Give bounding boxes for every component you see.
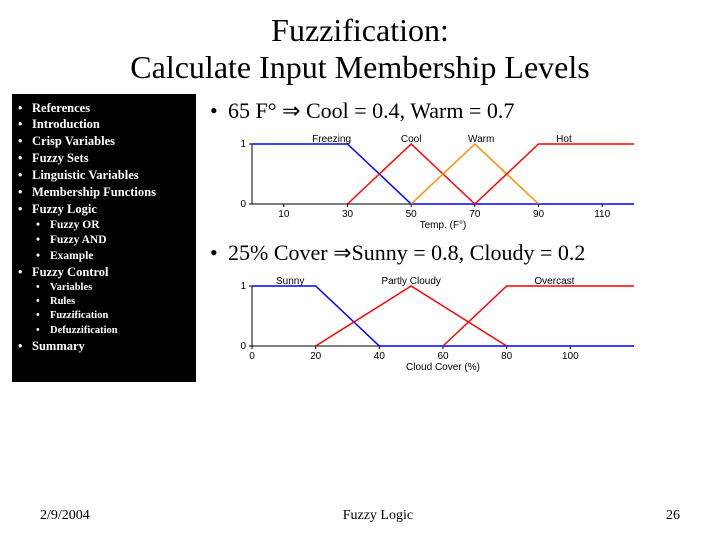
svg-text:0: 0 xyxy=(240,199,246,210)
svg-text:Hot: Hot xyxy=(556,134,572,145)
svg-text:100: 100 xyxy=(562,351,579,362)
footer-page: 26 xyxy=(666,508,680,524)
slide-footer: 2/9/2004 Fuzzy Logic 26 xyxy=(0,508,720,524)
svg-text:Sunny: Sunny xyxy=(276,276,304,287)
bullet-2: • 25% Cover ⇒Sunny = 0.8, Cloudy = 0.2 xyxy=(210,240,698,266)
svg-text:0: 0 xyxy=(240,341,246,352)
outline-subitem: •Fuzzy OR xyxy=(18,218,190,234)
svg-text:10: 10 xyxy=(278,209,290,220)
svg-text:Cool: Cool xyxy=(401,134,422,145)
svg-text:Partly Cloudy: Partly Cloudy xyxy=(381,276,440,287)
outline-item: •Introduction xyxy=(18,116,190,133)
svg-text:Overcast: Overcast xyxy=(534,276,574,287)
svg-text:110: 110 xyxy=(594,209,610,220)
slide-title: Fuzzification: Calculate Input Membershi… xyxy=(0,0,720,94)
implies-icon: ⇒ xyxy=(333,240,351,265)
outline-item: •Summary xyxy=(18,338,190,355)
svg-text:90: 90 xyxy=(533,209,545,220)
svg-text:Freezing: Freezing xyxy=(312,134,351,145)
bullet-icon: • xyxy=(210,240,228,266)
svg-text:40: 40 xyxy=(374,351,386,362)
bullet-2-pre: 25% Cover xyxy=(228,240,333,265)
outline-subitem: •Defuzzification xyxy=(18,324,190,338)
outline-item: •Fuzzy Sets xyxy=(18,150,190,167)
outline-subitem: •Fuzzification xyxy=(18,309,190,323)
svg-text:1: 1 xyxy=(240,139,246,150)
outline-item: •Membership Functions xyxy=(18,184,190,201)
svg-text:Temp. (F°): Temp. (F°) xyxy=(420,220,467,230)
bullet-2-post: Sunny = 0.8, Cloudy = 0.2 xyxy=(352,240,586,265)
outline-subitem: •Example xyxy=(18,249,190,265)
bullet-1-pre: 65 F° xyxy=(228,98,282,123)
bullet-1: • 65 F° ⇒ Cool = 0.4, Warm = 0.7 xyxy=(210,98,698,124)
outline-list: •References •Introduction •Crisp Variabl… xyxy=(18,100,190,355)
main-content: • 65 F° ⇒ Cool = 0.4, Warm = 0.7 0110305… xyxy=(196,94,708,382)
footer-title: Fuzzy Logic xyxy=(343,508,413,524)
outline-item: •Fuzzy Control xyxy=(18,264,190,281)
svg-text:60: 60 xyxy=(437,351,449,362)
svg-text:50: 50 xyxy=(406,209,418,220)
bullet-icon: • xyxy=(210,98,228,124)
svg-text:30: 30 xyxy=(342,209,354,220)
svg-text:Cloud Cover (%): Cloud Cover (%) xyxy=(406,362,480,372)
outline-item: •References xyxy=(18,100,190,117)
svg-text:Warm: Warm xyxy=(468,134,494,145)
cloud-cover-chart: 01020406080100SunnyPartly CloudyOvercast… xyxy=(224,272,698,372)
svg-text:80: 80 xyxy=(501,351,513,362)
outline-item: •Fuzzy Logic xyxy=(18,201,190,218)
outline-subitem: •Variables xyxy=(18,281,190,295)
svg-text:70: 70 xyxy=(469,209,481,220)
implies-icon: ⇒ xyxy=(282,98,300,123)
footer-date: 2/9/2004 xyxy=(40,508,90,524)
outline-sidebar: •References •Introduction •Crisp Variabl… xyxy=(12,94,196,382)
outline-item: •Linguistic Variables xyxy=(18,167,190,184)
bullet-1-post: Cool = 0.4, Warm = 0.7 xyxy=(300,98,514,123)
title-line-1: Fuzzification: xyxy=(271,12,449,48)
outline-subitem: •Fuzzy AND xyxy=(18,233,190,249)
outline-subitem: •Rules xyxy=(18,295,190,309)
outline-item: •Crisp Variables xyxy=(18,133,190,150)
title-line-2: Calculate Input Membership Levels xyxy=(130,49,589,85)
svg-text:0: 0 xyxy=(249,351,255,362)
content-row: •References •Introduction •Crisp Variabl… xyxy=(0,94,720,382)
temperature-chart: 011030507090110FreezingCoolWarmHotTemp. … xyxy=(224,130,698,230)
svg-text:1: 1 xyxy=(240,281,246,292)
svg-text:20: 20 xyxy=(310,351,322,362)
